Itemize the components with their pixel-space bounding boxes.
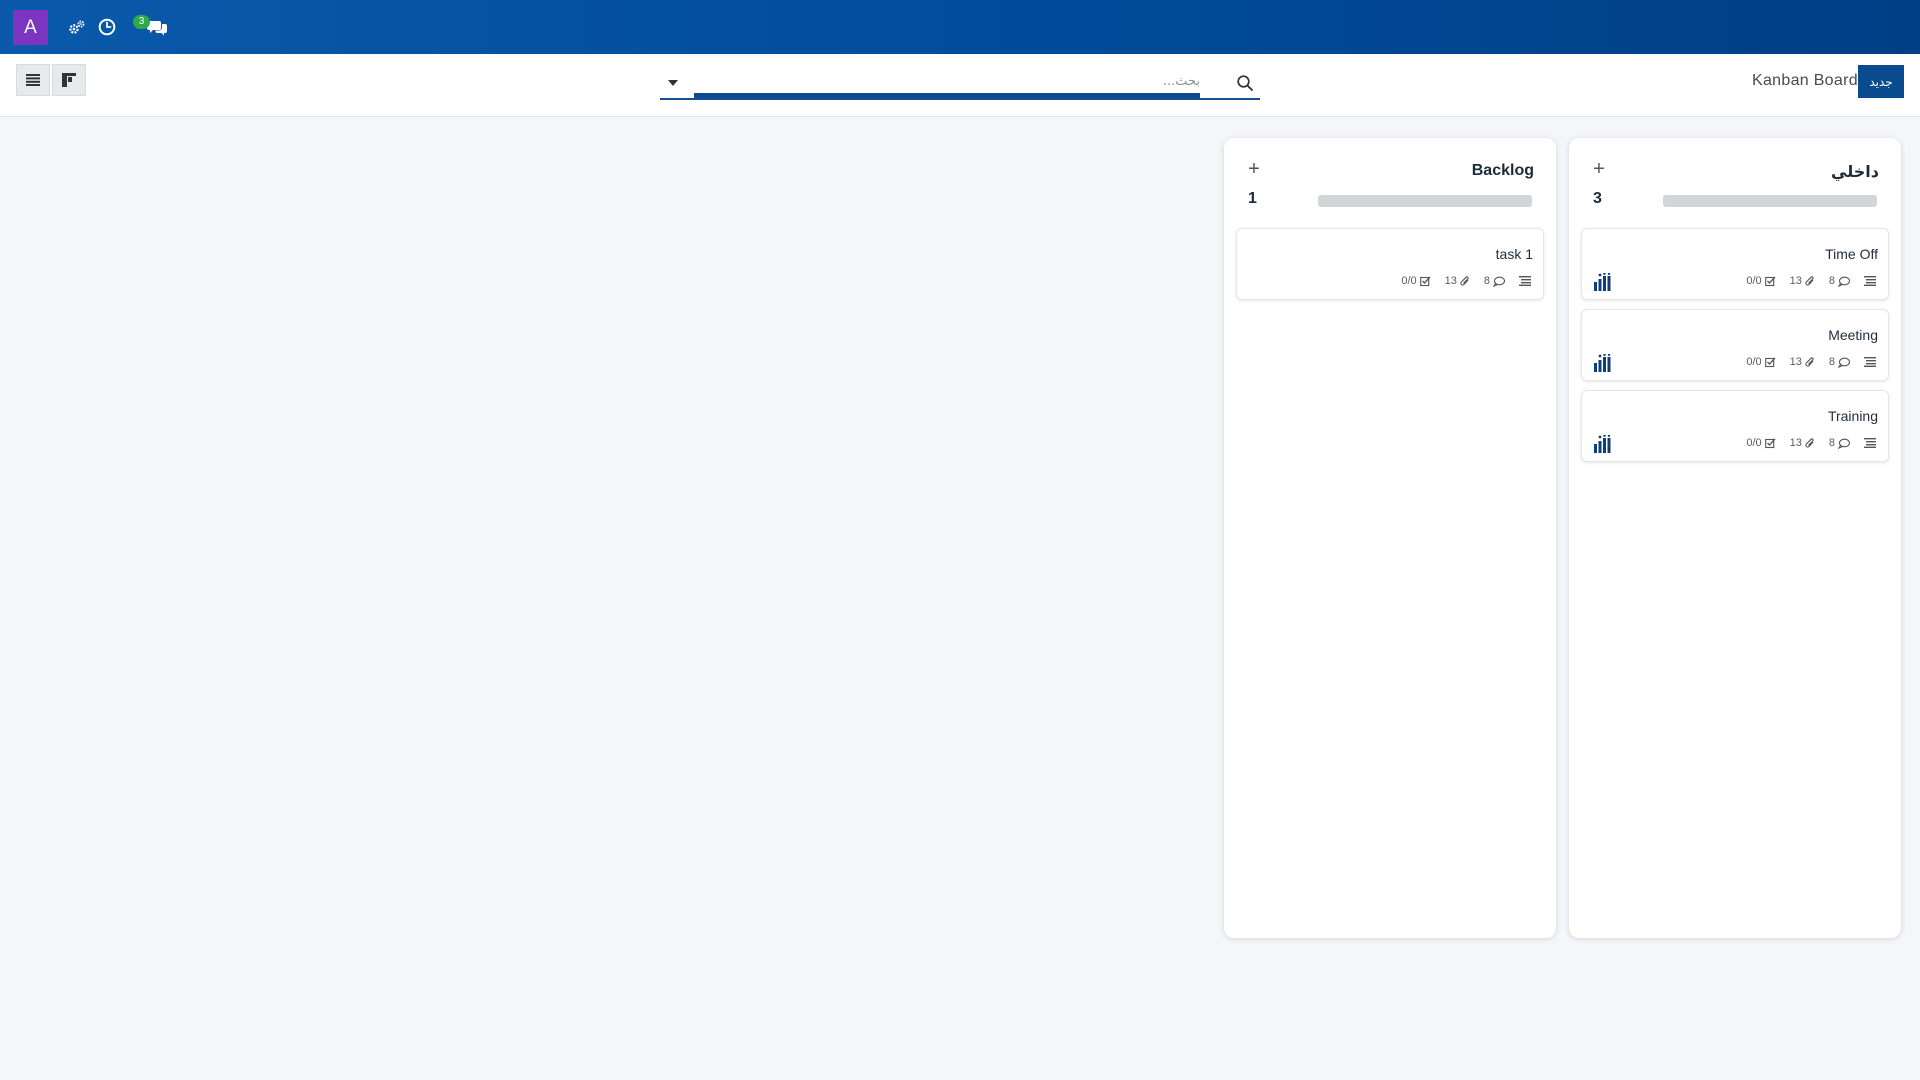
list-view-icon	[26, 74, 40, 86]
attachments-count: 13	[1790, 275, 1815, 287]
kanban-view-button[interactable]	[52, 64, 86, 96]
card-meta: 8 13 0/0	[1746, 437, 1876, 449]
column-count: 1	[1248, 190, 1257, 207]
description-indicator	[1864, 357, 1876, 367]
control-panel: Kanban Board جديد	[0, 54, 1920, 117]
kanban-card[interactable]: Training 8 13 0/0	[1581, 390, 1889, 462]
checkbox-icon	[1764, 357, 1776, 367]
comments-value: 8	[1828, 356, 1835, 368]
text-lines-icon	[1864, 357, 1876, 367]
priority-signal-icon[interactable]	[1594, 435, 1614, 453]
text-lines-icon	[1519, 276, 1531, 286]
card-title: task 1	[1495, 246, 1533, 262]
checklist-count: 0/0	[1746, 275, 1776, 287]
paperclip-icon	[1460, 275, 1469, 286]
comment-icon	[1493, 276, 1505, 287]
chat-badge: 3	[133, 15, 150, 29]
paperclip-icon	[1805, 275, 1814, 286]
caret-down-icon	[668, 80, 678, 86]
paperclip-icon	[1805, 356, 1814, 367]
checklist-value: 0/0	[1746, 275, 1762, 287]
search-bar	[660, 68, 1260, 100]
checkbox-icon	[1764, 438, 1776, 448]
attachments-count: 13	[1445, 275, 1470, 287]
settings-cogs-icon[interactable]	[66, 16, 88, 38]
column-progress-bar[interactable]	[1318, 195, 1532, 207]
kanban-column: داخلي + 3 Time Off 8 13 0/0 Meeting 8 13…	[1569, 138, 1901, 938]
description-indicator	[1519, 276, 1531, 286]
card-meta: 8 13 0/0	[1746, 356, 1876, 368]
checklist-value: 0/0	[1746, 437, 1762, 449]
search-icon[interactable]	[1236, 74, 1254, 92]
comments-count: 8	[1829, 275, 1850, 287]
kanban-column: Backlog + 1 task 1 8 13 0/0	[1224, 138, 1556, 938]
search-input[interactable]	[694, 70, 1200, 98]
comments-count: 8	[1829, 437, 1850, 449]
attachments-value: 13	[1789, 356, 1802, 368]
add-card-button[interactable]: +	[1246, 159, 1262, 179]
text-lines-icon	[1864, 276, 1876, 286]
kanban-view-icon	[62, 73, 76, 87]
checklist-count: 0/0	[1401, 275, 1431, 287]
kanban-card[interactable]: task 1 8 13 0/0	[1236, 228, 1544, 300]
paperclip-icon	[1805, 437, 1814, 448]
card-meta: 8 13 0/0	[1746, 275, 1876, 287]
new-button[interactable]: جديد	[1858, 65, 1904, 98]
priority-signal-icon[interactable]	[1594, 354, 1614, 372]
attachments-value: 13	[1789, 437, 1802, 449]
comments-count: 8	[1484, 275, 1505, 287]
user-avatar[interactable]: A	[13, 10, 48, 45]
checkbox-icon	[1764, 276, 1776, 286]
attachments-count: 13	[1790, 356, 1815, 368]
kanban-card[interactable]: Meeting 8 13 0/0	[1581, 309, 1889, 381]
attachments-count: 13	[1790, 437, 1815, 449]
search-options-toggle[interactable]	[660, 72, 686, 94]
comments-value: 8	[1483, 275, 1490, 287]
attachments-value: 13	[1444, 275, 1457, 287]
card-title: Time Off	[1825, 246, 1878, 262]
add-card-button[interactable]: +	[1591, 159, 1607, 179]
comments-value: 8	[1828, 437, 1835, 449]
column-title[interactable]: Backlog	[1472, 162, 1534, 180]
checkbox-icon	[1419, 276, 1431, 286]
breadcrumb: Kanban Board	[1752, 72, 1858, 89]
checklist-value: 0/0	[1401, 275, 1417, 287]
card-title: Training	[1827, 408, 1878, 424]
card-meta: 8 13 0/0	[1401, 275, 1531, 287]
description-indicator	[1864, 438, 1876, 448]
clock-icon[interactable]	[96, 16, 118, 38]
checklist-count: 0/0	[1746, 356, 1776, 368]
list-view-button[interactable]	[16, 64, 50, 96]
card-title: Meeting	[1828, 327, 1878, 343]
comments-value: 8	[1828, 275, 1835, 287]
column-count: 3	[1593, 190, 1602, 207]
description-indicator	[1864, 276, 1876, 286]
attachments-value: 13	[1789, 275, 1802, 287]
column-title[interactable]: داخلي	[1831, 162, 1879, 182]
text-lines-icon	[1864, 438, 1876, 448]
comment-icon	[1838, 276, 1850, 287]
comment-icon	[1838, 438, 1850, 449]
priority-signal-icon[interactable]	[1594, 273, 1614, 291]
kanban-card[interactable]: Time Off 8 13 0/0	[1581, 228, 1889, 300]
checklist-count: 0/0	[1746, 437, 1776, 449]
comment-icon	[1838, 357, 1850, 368]
column-progress-bar[interactable]	[1663, 195, 1877, 207]
checklist-value: 0/0	[1746, 356, 1762, 368]
top-navbar: A 3	[0, 0, 1920, 54]
comments-count: 8	[1829, 356, 1850, 368]
